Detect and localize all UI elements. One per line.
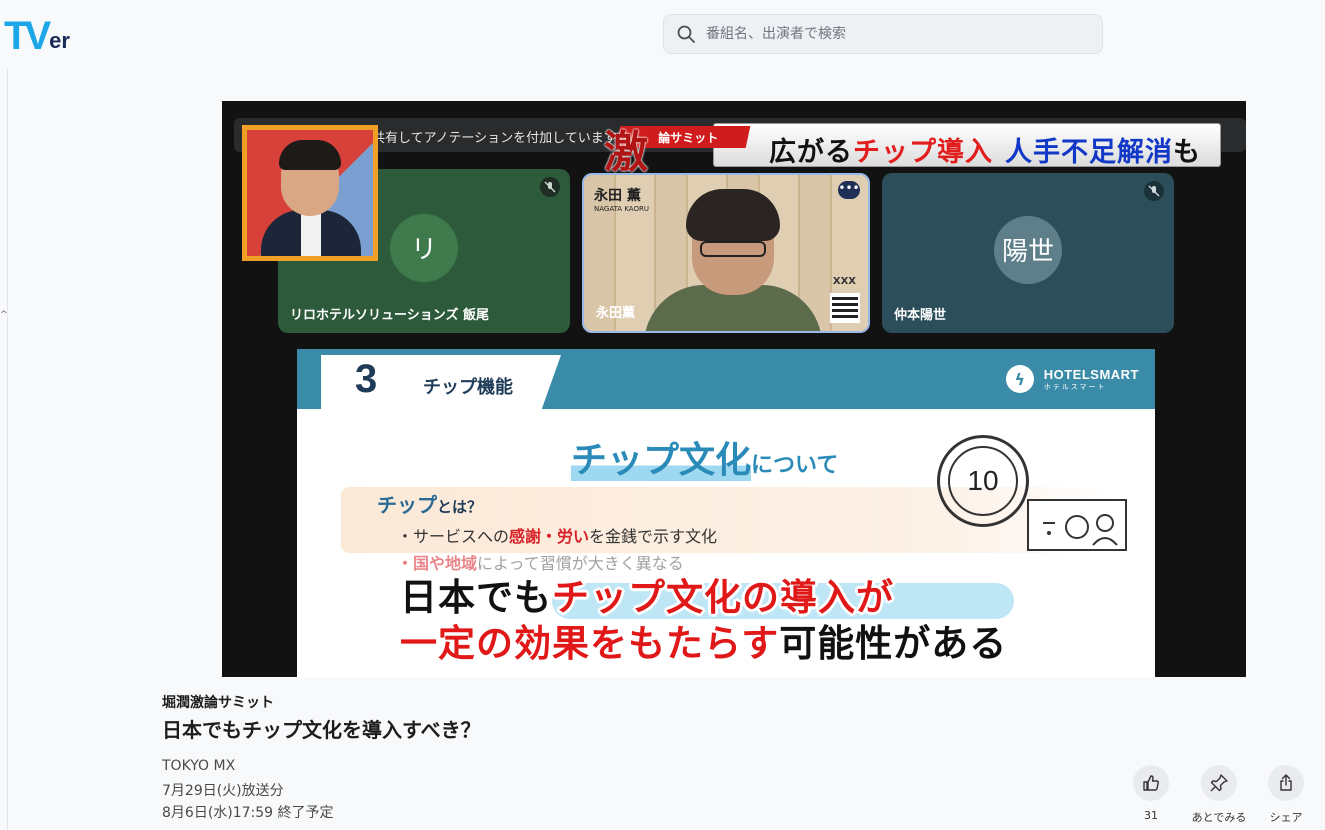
share-icon xyxy=(1280,774,1292,791)
broadcaster: TOKYO MX xyxy=(162,758,236,774)
like-button[interactable]: 31 xyxy=(1116,765,1186,822)
participant-name: 仲本陽世 xyxy=(894,308,947,323)
watch-later-button[interactable]: あとでみる xyxy=(1184,765,1254,825)
slide-title: チップ文化について xyxy=(571,440,839,481)
hotelsmart-logo: ϟ HOTELSMART ホテルスマート xyxy=(1005,365,1139,393)
name-card-romaji: NAGATA KAORU xyxy=(594,205,649,213)
banner-headline: 広がるチップ導入 人手不足解消も xyxy=(769,137,1201,168)
bolt-icon: ϟ xyxy=(1005,365,1034,393)
search-icon xyxy=(677,25,695,43)
participant-name: 永田薫 xyxy=(596,306,636,321)
logo-er: er xyxy=(49,28,70,53)
brand-name: HOTELSMART xyxy=(1043,366,1139,382)
sidebar-divider xyxy=(7,68,8,830)
mic-muted-icon xyxy=(1144,181,1164,201)
participant-tile-nakamoto: 陽世 仲本陽世 xyxy=(882,173,1174,333)
name-card-name: 永田 薫 xyxy=(594,188,641,204)
host-picture-in-picture xyxy=(242,125,378,261)
search-bar[interactable] xyxy=(663,14,1103,54)
participant-avatar: 陽世 xyxy=(994,215,1062,284)
participant-tile-nagata: 永田 薫 NAGATA KAORU ••• XXX 永田薫 xyxy=(582,173,870,333)
air-date: 7月29日(火)放送分 xyxy=(162,783,284,799)
host-hair xyxy=(279,140,341,170)
logo-t: T xyxy=(4,14,29,58)
episode-title: 日本でもチップ文化を導入すべき？ xyxy=(162,718,481,742)
caption-line-2: 一定の効果をもたらす可能性がある xyxy=(400,622,1008,665)
slide-number: 3 xyxy=(355,357,378,401)
search-input[interactable] xyxy=(706,26,1086,42)
watch-later-label: あとでみる xyxy=(1191,811,1247,824)
share-button[interactable]: シェア xyxy=(1251,765,1321,825)
sidebar-toggle-icon[interactable]: ^ xyxy=(0,310,8,320)
brand-sub: ホテルスマート xyxy=(1043,382,1107,391)
caption-line-1: 日本でもチップ文化の導入が xyxy=(400,576,894,619)
person-hair xyxy=(686,189,780,241)
screen-share-note: 共有してアノテーションを付加しています xyxy=(372,131,617,146)
slide-header: 3 チップ機能 ϟ HOTELSMART ホテルスマート xyxy=(297,349,1155,409)
end-date: 8月6日(水)17:59 終了予定 xyxy=(162,805,334,821)
tver-logo[interactable]: T V er xyxy=(4,12,70,56)
banknote-icon xyxy=(1027,499,1127,551)
program-banner: 論サミット 激 広がるチップ導入 人手不足解消も xyxy=(604,120,1220,178)
tver-watch-page: T V er ^ 共有してアノテーションを付加しています リ リロホテルソリュー… xyxy=(0,0,1325,830)
coin-icon: 10 xyxy=(937,435,1029,527)
participant-name: リロホテルソリューションズ 飯尾 xyxy=(290,308,490,323)
banner-kanji: 激 xyxy=(604,127,648,178)
share-label: シェア xyxy=(1269,811,1303,824)
name-card: 永田 薫 NAGATA KAORU xyxy=(594,185,649,213)
definition-line-2: ・国や地域によって習慣が大きく異なる xyxy=(397,554,684,573)
video-player[interactable]: 共有してアノテーションを付加しています リ リロホテルソリューションズ 飯尾 永… xyxy=(222,101,1246,677)
mic-muted-icon xyxy=(540,177,560,197)
logo-v: V xyxy=(24,14,52,58)
like-count: 31 xyxy=(1144,809,1158,822)
slide-section: チップ機能 xyxy=(423,377,513,398)
definition-line-1: ・サービスへの感謝・労いを金銭で示す文化 xyxy=(397,527,718,546)
qr-code xyxy=(830,293,860,323)
thumbs-up-icon xyxy=(1143,775,1159,791)
host-shirt xyxy=(301,212,321,256)
glasses xyxy=(700,241,766,257)
pin-icon xyxy=(1210,774,1228,792)
series-title[interactable]: 堀潤激論サミット xyxy=(162,692,274,712)
on-screen-caption: 日本でもチップ文化の導入が 一定の効果をもたらす可能性がある xyxy=(400,575,1100,667)
more-options-icon[interactable]: ••• xyxy=(838,181,860,199)
definition-title: チップとは？ xyxy=(377,493,483,517)
participant-avatar: リ xyxy=(390,213,458,282)
wall-logo: XXX xyxy=(832,276,856,287)
